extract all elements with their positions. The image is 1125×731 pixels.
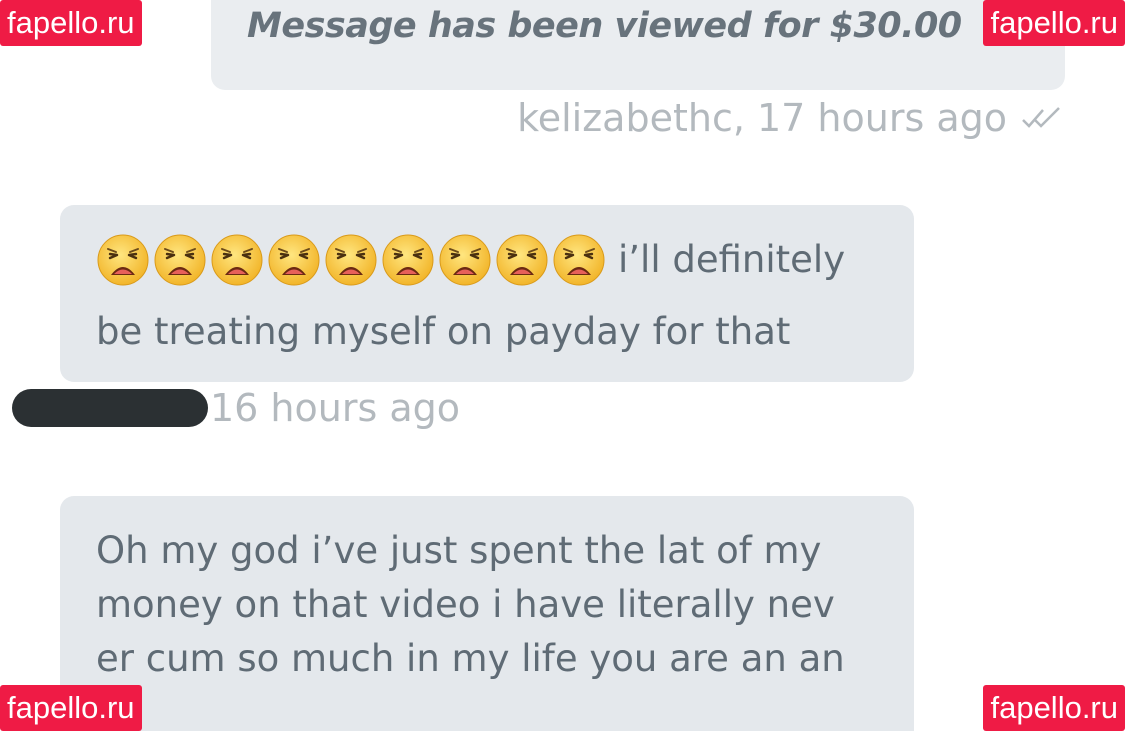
weary-face-emoji (553, 234, 605, 286)
weary-face-emoji (97, 234, 149, 286)
message-line: i’ll definitely (96, 233, 845, 287)
weary-face-emoji (325, 234, 377, 286)
message-line: er cum so much in my life you are an an (96, 637, 845, 680)
viewed-message-text: Message has been viewed for $30.00 (247, 6, 962, 46)
redacted-username (12, 389, 208, 427)
watermark-top-left: fapello.ru (0, 0, 142, 46)
received-message-meta: 16 hours ago (12, 386, 460, 430)
weary-face-emoji (268, 234, 320, 286)
sent-message-meta: kelizabethc, 17 hours ago (517, 96, 1063, 140)
emoji-row (96, 233, 606, 287)
watermark-bottom-left: fapello.ru (0, 685, 142, 731)
weary-face-emoji (154, 234, 206, 286)
sent-message-bubble: Message has been viewed for $30.00 (211, 0, 1065, 90)
double-check-icon (1022, 107, 1060, 128)
message-text: be treating myself on payday for that (96, 310, 791, 353)
weary-face-emoji (439, 234, 491, 286)
weary-face-emoji (496, 234, 548, 286)
watermark-bottom-right: fapello.ru (983, 685, 1125, 731)
watermark-top-right: fapello.ru (983, 0, 1125, 46)
weary-face-emoji (382, 234, 434, 286)
chat-screen: Message has been viewed for $30.00 keliz… (0, 0, 1125, 731)
message-line: Oh my god i’ve just spent the lat of my (96, 529, 822, 572)
message-text: i’ll definitely (618, 238, 846, 281)
message-text-block: Oh my god i’ve just spent the lat of my … (96, 524, 845, 686)
message-line: money on that video i have literally nev (96, 583, 835, 626)
sent-meta-text: kelizabethc, 17 hours ago (517, 96, 1007, 140)
received-meta-time: 16 hours ago (210, 386, 461, 430)
received-message-bubble: i’ll definitely be treating myself on pa… (60, 205, 914, 382)
received-message-bubble: Oh my god i’ve just spent the lat of my … (60, 496, 914, 731)
weary-face-emoji (211, 234, 263, 286)
